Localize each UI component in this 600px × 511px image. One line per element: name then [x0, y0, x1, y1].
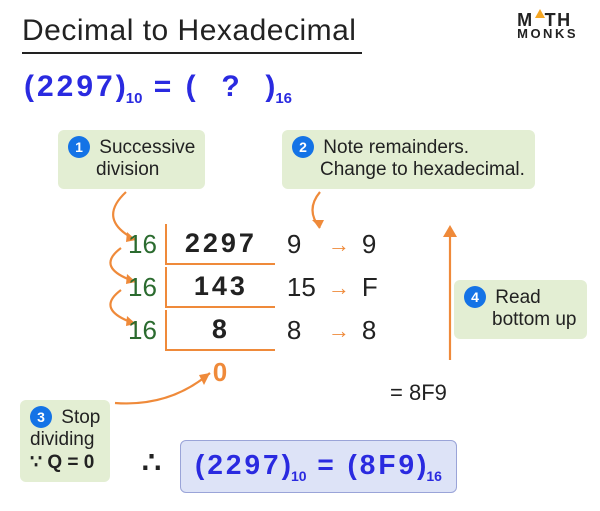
- division-row: 16 143 15 → F: [122, 267, 384, 308]
- brand-logo: M TH MONKS: [517, 12, 578, 40]
- step-label-1: 1 Successive division: [58, 130, 205, 189]
- problem-equation: (2297)10 = ( ? )16: [24, 70, 292, 107]
- step-badge-1: 1: [68, 136, 90, 158]
- inline-result: = 8F9: [390, 380, 447, 406]
- final-quotient: 0: [165, 353, 275, 392]
- step-label-2: 2 Note remainders. Change to hexadecimal…: [282, 130, 535, 189]
- step-label-4: 4 Read bottom up: [454, 280, 587, 339]
- step-label-3: 3 Stop dividing ∵ Q = 0: [20, 400, 110, 482]
- step-badge-3: 3: [30, 406, 52, 428]
- divisor: 16: [122, 224, 163, 265]
- step-badge-2: 2: [292, 136, 314, 158]
- division-row: 16 2297 9 → 9: [122, 224, 384, 265]
- page-title: Decimal to Hexadecimal: [22, 14, 362, 54]
- division-work: 16 2297 9 → 9 16 143 15 → F 16 8 8 → 8 0: [120, 222, 386, 394]
- therefore-symbol: ∴: [142, 446, 161, 481]
- arrow-right-icon: →: [324, 310, 354, 351]
- arrow-right-icon: →: [324, 267, 354, 308]
- answer-box: (2297)10 = (8F9)16: [180, 440, 457, 493]
- step-badge-4: 4: [464, 286, 486, 308]
- division-row: 16 8 8 → 8: [122, 310, 384, 351]
- arrow-right-icon: →: [324, 224, 354, 265]
